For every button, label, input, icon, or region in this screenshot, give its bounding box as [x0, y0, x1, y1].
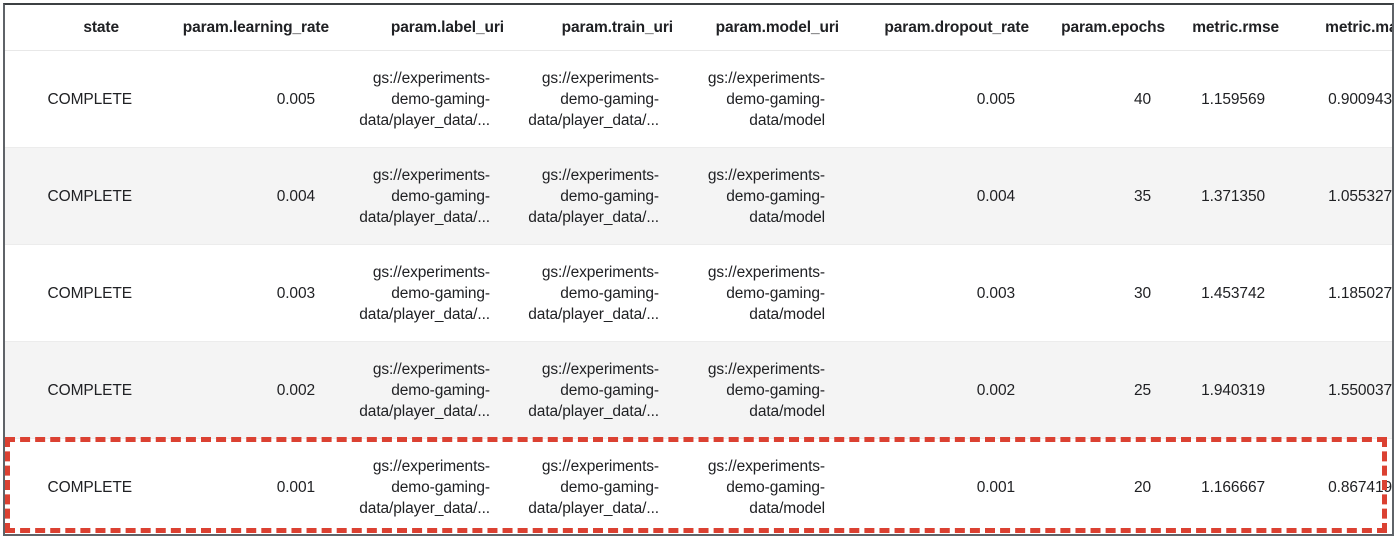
cell-mae: 1.055327 [1279, 147, 1392, 245]
cell-epochs: 40 [1029, 50, 1165, 148]
cell-mae: 1.185027 [1279, 244, 1392, 342]
cell-train-uri: gs://experiments-demo-gaming-data/player… [504, 341, 673, 439]
cell-learning-rate: 0.005 [133, 50, 329, 148]
cell-dropout-rate: 0.003 [839, 244, 1029, 342]
cell-rmse: 1.940319 [1165, 341, 1279, 439]
cell-label-uri: gs://experiments-demo-gaming-data/player… [329, 341, 504, 439]
cell-rmse: 1.371350 [1165, 147, 1279, 245]
cell-model-uri: gs://experiments-demo-gaming-data/model [673, 244, 839, 342]
cell-dropout-rate: 0.004 [839, 147, 1029, 245]
cell-epochs: 20 [1029, 438, 1165, 534]
cell-label-uri: gs://experiments-demo-gaming-data/player… [329, 50, 504, 148]
cell-state: COMPLETE [5, 50, 133, 148]
table-header: state param.learning_rate param.label_ur… [5, 5, 1392, 51]
cell-train-uri: gs://experiments-demo-gaming-data/player… [504, 244, 673, 342]
column-header-learning-rate[interactable]: param.learning_rate [133, 5, 329, 51]
cell-train-uri: gs://experiments-demo-gaming-data/player… [504, 50, 673, 148]
column-header-epochs[interactable]: param.epochs [1029, 5, 1165, 51]
cell-mae: 1.550037 [1279, 341, 1392, 439]
cell-epochs: 35 [1029, 147, 1165, 245]
cell-model-uri: gs://experiments-demo-gaming-data/model [673, 50, 839, 148]
table-body: COMPLETE 0.005 gs://experiments-demo-gamin… [5, 50, 1392, 534]
cell-state: COMPLETE [5, 244, 133, 342]
cell-label-uri: gs://experiments-demo-gaming-data/player… [329, 147, 504, 245]
cell-dropout-rate: 0.001 [839, 438, 1029, 534]
cell-mae: 0.867419 [1279, 438, 1392, 534]
cell-epochs: 25 [1029, 341, 1165, 439]
column-header-mae[interactable]: metric.mae [1279, 5, 1392, 51]
table-row[interactable]: COMPLETE 0.004 gs://experiments-demo-gamin… [5, 147, 1392, 245]
cell-rmse: 1.166667 [1165, 438, 1279, 534]
cell-state: COMPLETE [5, 147, 133, 245]
cell-learning-rate: 0.001 [133, 438, 329, 534]
cell-rmse: 1.453742 [1165, 244, 1279, 342]
cell-dropout-rate: 0.005 [839, 50, 1029, 148]
cell-state: COMPLETE [5, 438, 133, 534]
table-row[interactable]: COMPLETE 0.005 gs://experiments-demo-gamin… [5, 50, 1392, 148]
table-row[interactable]: COMPLETE 0.003 gs://experiments-demo-gamin… [5, 244, 1392, 342]
column-header-rmse[interactable]: metric.rmse [1165, 5, 1279, 51]
table-row[interactable]: COMPLETE 0.002 gs://experiments-demo-gamin… [5, 341, 1392, 439]
runs-table-frame: state param.learning_rate param.label_ur… [3, 3, 1394, 536]
table-row[interactable]: COMPLETE 0.001 gs://experiments-demo-gamin… [5, 438, 1392, 534]
cell-train-uri: gs://experiments-demo-gaming-data/player… [504, 438, 673, 534]
cell-model-uri: gs://experiments-demo-gaming-data/model [673, 341, 839, 439]
cell-train-uri: gs://experiments-demo-gaming-data/player… [504, 147, 673, 245]
column-header-state[interactable]: state [5, 5, 133, 51]
cell-learning-rate: 0.004 [133, 147, 329, 245]
screenshot-root: state param.learning_rate param.label_ur… [0, 0, 1400, 539]
cell-dropout-rate: 0.002 [839, 341, 1029, 439]
cell-model-uri: gs://experiments-demo-gaming-data/model [673, 147, 839, 245]
cell-learning-rate: 0.003 [133, 244, 329, 342]
cell-label-uri: gs://experiments-demo-gaming-data/player… [329, 244, 504, 342]
column-header-train-uri[interactable]: param.train_uri [504, 5, 673, 51]
cell-learning-rate: 0.002 [133, 341, 329, 439]
column-header-label-uri[interactable]: param.label_uri [329, 5, 504, 51]
cell-mae: 0.900943 [1279, 50, 1392, 148]
experiment-runs-table: state param.learning_rate param.label_ur… [5, 5, 1392, 534]
cell-epochs: 30 [1029, 244, 1165, 342]
cell-model-uri: gs://experiments-demo-gaming-data/model [673, 438, 839, 534]
column-header-dropout-rate[interactable]: param.dropout_rate [839, 5, 1029, 51]
column-header-model-uri[interactable]: param.model_uri [673, 5, 839, 51]
cell-rmse: 1.159569 [1165, 50, 1279, 148]
table-header-row: state param.learning_rate param.label_ur… [5, 5, 1392, 51]
cell-label-uri: gs://experiments-demo-gaming-data/player… [329, 438, 504, 534]
cell-state: COMPLETE [5, 341, 133, 439]
